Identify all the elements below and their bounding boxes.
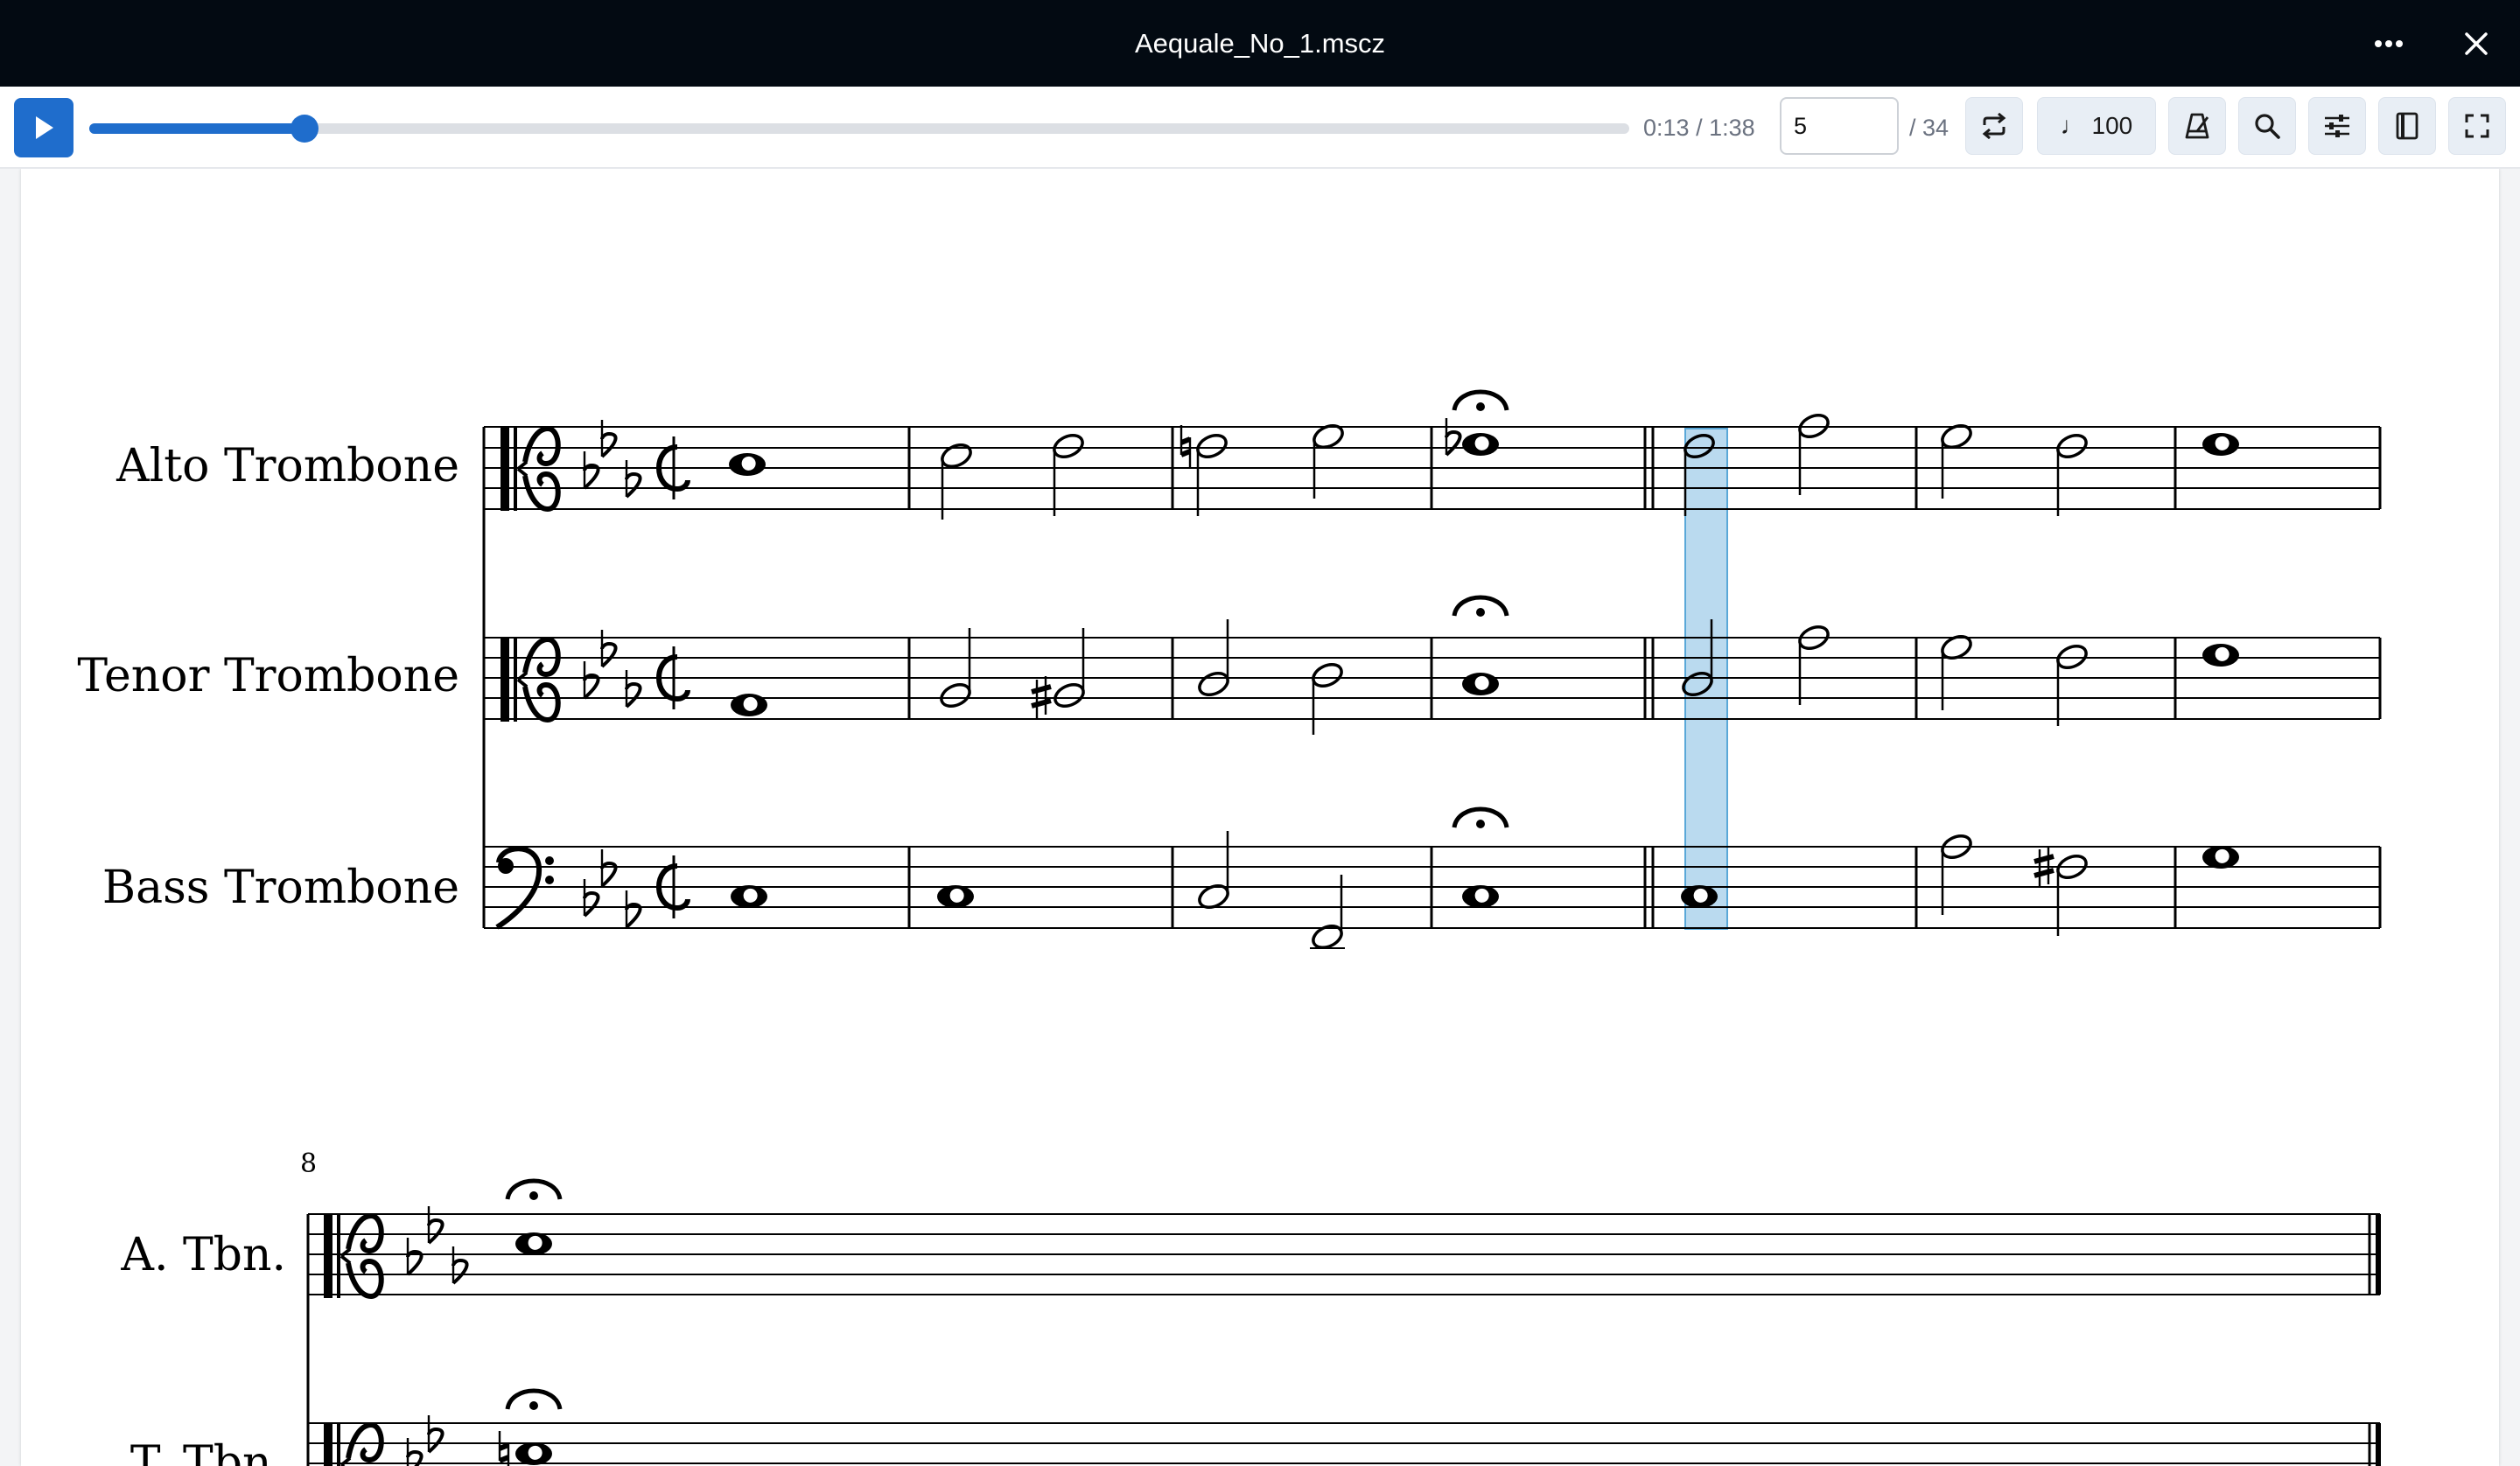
- play-icon: [36, 116, 53, 139]
- instrument-name-tenor: Tenor Trombone: [77, 650, 459, 702]
- instrument-name-bass: Bass Trombone: [102, 862, 459, 914]
- alto-clef-icon: [324, 1423, 382, 1466]
- flat-icon: [427, 1204, 444, 1245]
- whole-note: [515, 1442, 552, 1465]
- flat-icon: [583, 877, 600, 918]
- measure-input[interactable]: [1780, 97, 1899, 155]
- flat-icon: [452, 1245, 469, 1285]
- natural-icon: [500, 1431, 508, 1466]
- alto-clef-icon: [500, 638, 558, 722]
- more-options-button[interactable]: [2364, 19, 2413, 68]
- close-button[interactable]: [2452, 19, 2501, 68]
- playback-progress-fill: [89, 123, 305, 134]
- flat-icon: [427, 1414, 444, 1454]
- mixer-settings-button[interactable]: [2308, 97, 2366, 155]
- score-page: Alto Trombone Tenor Trombone Bass Trombo…: [21, 169, 2499, 1466]
- measure-total: / 34: [1909, 115, 1950, 141]
- loop-icon: [1982, 113, 2006, 139]
- zoom-button[interactable]: [2238, 97, 2296, 155]
- score-notation[interactable]: Alto Trombone Tenor Trombone Bass Trombo…: [21, 169, 2499, 1466]
- book-icon: [2396, 112, 2418, 140]
- search-icon: [2255, 114, 2280, 139]
- whole-note: [515, 1232, 552, 1255]
- playback-slider-thumb[interactable]: [290, 115, 319, 143]
- page-view-button[interactable]: [2378, 97, 2436, 155]
- time-separator: /: [1696, 115, 1703, 141]
- tempo-label: ♩ 100: [2060, 112, 2133, 139]
- measure-number: 8: [300, 1148, 317, 1179]
- tempo-button[interactable]: ♩ 100: [2037, 97, 2156, 155]
- fullscreen-button[interactable]: [2448, 97, 2506, 155]
- flat-icon: [625, 458, 642, 499]
- playback-slider[interactable]: [89, 115, 1629, 143]
- play-button[interactable]: [14, 98, 74, 157]
- flat-icon: [583, 660, 600, 700]
- instrument-name-alto: Alto Trombone: [116, 440, 459, 492]
- flat-icon: [583, 450, 600, 490]
- fermata-icon: [508, 1391, 560, 1410]
- close-icon: [2465, 32, 2488, 55]
- more-dots-icon: [2375, 40, 2403, 47]
- flat-icon: [406, 1436, 424, 1466]
- fermata-icon: [508, 1181, 560, 1200]
- flat-icon: [625, 668, 642, 709]
- alto-trombone-notes: [729, 392, 2239, 520]
- loop-button[interactable]: [1965, 97, 2023, 155]
- bass-trombone-notes: [731, 809, 2239, 953]
- bass-clef-icon: [497, 848, 554, 927]
- score-view[interactable]: Alto Trombone Tenor Trombone Bass Trombo…: [0, 169, 2520, 1466]
- instrument-name-tenor-short: T. Tbn.: [130, 1437, 286, 1466]
- alto-clef-icon: [324, 1214, 382, 1298]
- tenor-trombone-notes: [731, 597, 2239, 735]
- flat-icon: [625, 889, 642, 929]
- system2-staves: [308, 1213, 2380, 1464]
- playback-time: 0:13 / 1:38: [1643, 115, 1755, 142]
- flat-icon: [600, 418, 618, 458]
- time-current: 0:13: [1643, 115, 1690, 141]
- flat-icon: [600, 628, 618, 668]
- playback-toolbar: 0:13 / 1:38 / 34 ♩ 100: [0, 87, 2520, 169]
- metronome-button[interactable]: [2168, 97, 2226, 155]
- time-total: 1:38: [1709, 115, 1755, 141]
- instrument-name-alto-short: A. Tbn.: [120, 1229, 286, 1281]
- flat-icon: [406, 1236, 424, 1276]
- metronome-icon: [2185, 113, 2209, 139]
- window-title: Aequale_No_1.mscz: [1134, 28, 1386, 59]
- title-bar: Aequale_No_1.mscz: [0, 0, 2520, 87]
- fullscreen-icon: [2465, 114, 2489, 138]
- sliders-icon: [2325, 115, 2349, 137]
